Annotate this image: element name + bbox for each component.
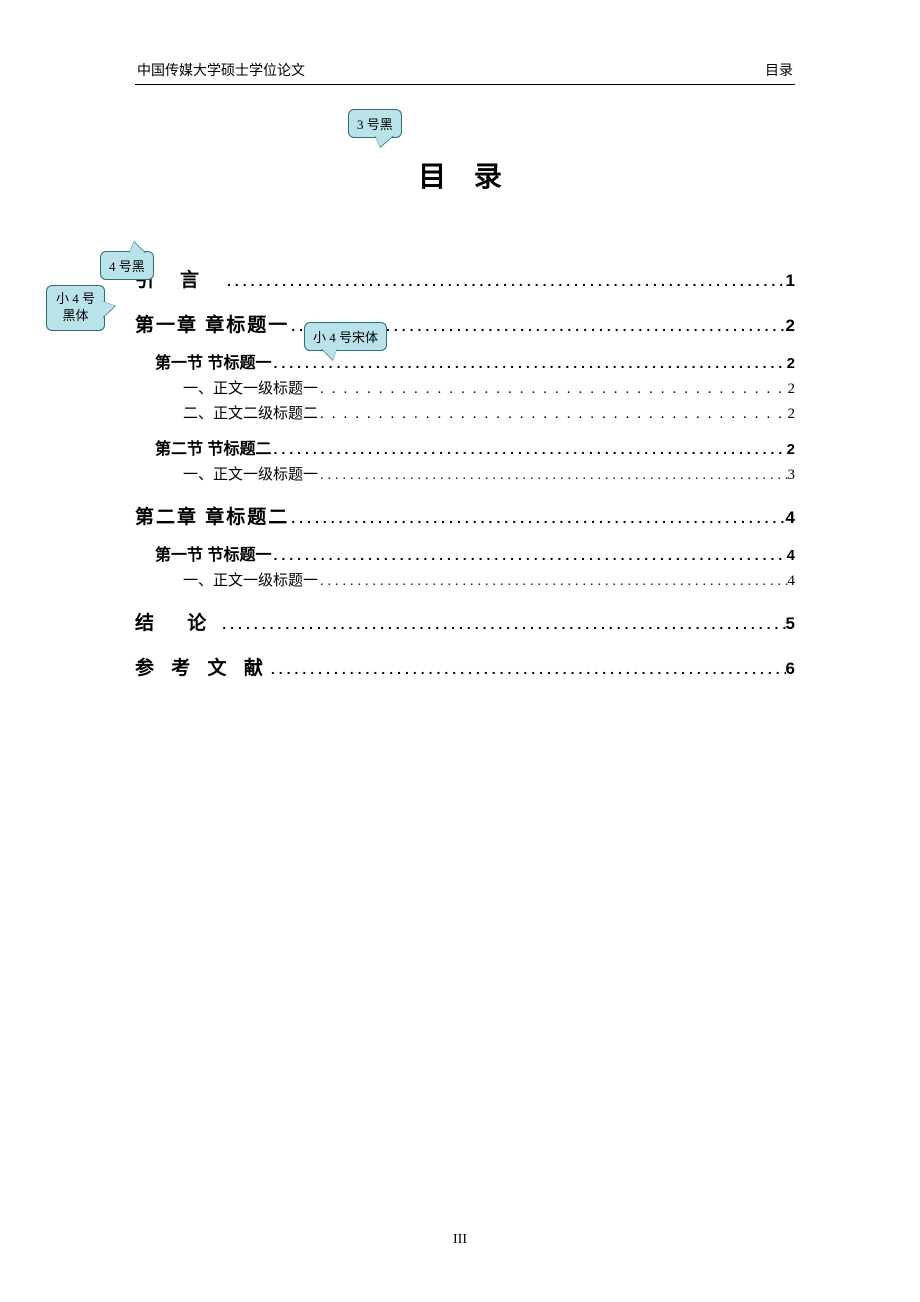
toc-page: 4 xyxy=(788,573,796,590)
toc-leader-dots: ........................................… xyxy=(225,273,786,289)
toc-entry-conclusion: 结 论 ....................................… xyxy=(135,608,795,635)
header-right: 目录 xyxy=(765,60,793,80)
toc-label: 第二节 节标题二 xyxy=(155,435,271,459)
page-number: III xyxy=(0,1232,920,1248)
toc-page: 2 xyxy=(788,381,796,398)
callout-tail-icon xyxy=(375,135,394,147)
callout-tail-icon xyxy=(102,301,115,318)
toc-entry-references: 参 考 文 献 ................................… xyxy=(135,653,795,680)
toc-entry-ch2-s1: 第一节 节标题一 ...............................… xyxy=(135,541,795,565)
toc-label: 第二章 章标题二 xyxy=(135,502,289,529)
toc-label: 结 论 xyxy=(135,608,220,635)
page-content: 中国传媒大学硕士学位论文 目录 目 录 引言 .................… xyxy=(135,60,795,680)
toc-leader-dots: ........................................… xyxy=(271,355,786,371)
callout-level0-font: 4 号黑 xyxy=(100,251,154,280)
toc-leader-dots: ........................................… xyxy=(289,510,785,526)
toc-leader-dots: ........................................… xyxy=(271,547,786,563)
toc-label: 二、正文二级标题二 xyxy=(183,402,318,423)
toc-page: 1 xyxy=(786,271,795,291)
table-of-contents: 引言 .....................................… xyxy=(135,265,795,680)
callout-text: 4 号黑 xyxy=(109,259,145,274)
callout-title-font: 3 号黑 xyxy=(348,109,402,138)
toc-leader-dots: ........................................… xyxy=(220,616,785,632)
toc-label: 参 考 文 献 xyxy=(135,653,269,680)
toc-page: 4 xyxy=(787,547,795,564)
toc-leader-dots: ........................................… xyxy=(318,468,787,484)
callout-text: 黑体 xyxy=(63,308,89,323)
callout-tail-icon xyxy=(321,348,337,360)
toc-label: 第一节 节标题一 xyxy=(155,541,271,565)
callout-text: 小 4 号 xyxy=(56,291,95,306)
toc-page: 6 xyxy=(786,659,795,679)
toc-entry-intro: 引言 .....................................… xyxy=(135,265,795,292)
toc-page: 2 xyxy=(788,406,796,423)
toc-label: 第一节 节标题一 xyxy=(155,349,271,373)
callout-level2-font: 小 4 号宋体 xyxy=(304,322,387,351)
running-header: 中国传媒大学硕士学位论文 目录 xyxy=(135,60,795,85)
toc-page: 3 xyxy=(788,467,796,484)
page-title: 目 录 xyxy=(135,155,795,195)
toc-entry-ch1-s1-i2: 二、正文二级标题二 ..............................… xyxy=(135,402,795,423)
toc-entry-ch1-s2-i1: 一、正文一级标题一 ..............................… xyxy=(135,463,795,484)
toc-leader-dots: ........................................… xyxy=(318,574,787,590)
toc-entry-chapter1: 第一章 章标题一 ...............................… xyxy=(135,310,795,337)
toc-page: 2 xyxy=(787,355,795,372)
toc-leader-dots: ........................................… xyxy=(318,381,787,398)
toc-leader-dots: ........................................… xyxy=(271,441,786,457)
callout-tail-icon xyxy=(129,242,146,254)
toc-label: 一、正文一级标题一 xyxy=(183,569,318,590)
callout-text: 小 4 号宋体 xyxy=(313,330,378,345)
toc-page: 5 xyxy=(786,614,795,634)
toc-entry-ch1-s1-i1: 一、正文一级标题一 ..............................… xyxy=(135,377,795,398)
toc-page: 2 xyxy=(786,316,795,336)
toc-leader-dots: ........................................… xyxy=(318,406,787,423)
header-left: 中国传媒大学硕士学位论文 xyxy=(137,60,305,80)
toc-entry-ch1-s1: 第一节 节标题一 ...............................… xyxy=(135,349,795,373)
toc-label: 一、正文一级标题一 xyxy=(183,377,318,398)
toc-leader-dots: ........................................… xyxy=(269,661,786,677)
toc-entry-ch1-s2: 第二节 节标题二 ...............................… xyxy=(135,435,795,459)
toc-label: 第一章 章标题一 xyxy=(135,310,289,337)
callout-text: 3 号黑 xyxy=(357,117,393,132)
toc-entry-chapter2: 第二章 章标题二 ...............................… xyxy=(135,502,795,529)
toc-page: 2 xyxy=(787,441,795,458)
title-area: 目 录 xyxy=(135,155,795,195)
toc-label: 一、正文一级标题一 xyxy=(183,463,318,484)
toc-page: 4 xyxy=(786,508,795,528)
callout-level1-font: 小 4 号 黑体 xyxy=(46,285,105,331)
toc-entry-ch2-s1-i1: 一、正文一级标题一 ..............................… xyxy=(135,569,795,590)
